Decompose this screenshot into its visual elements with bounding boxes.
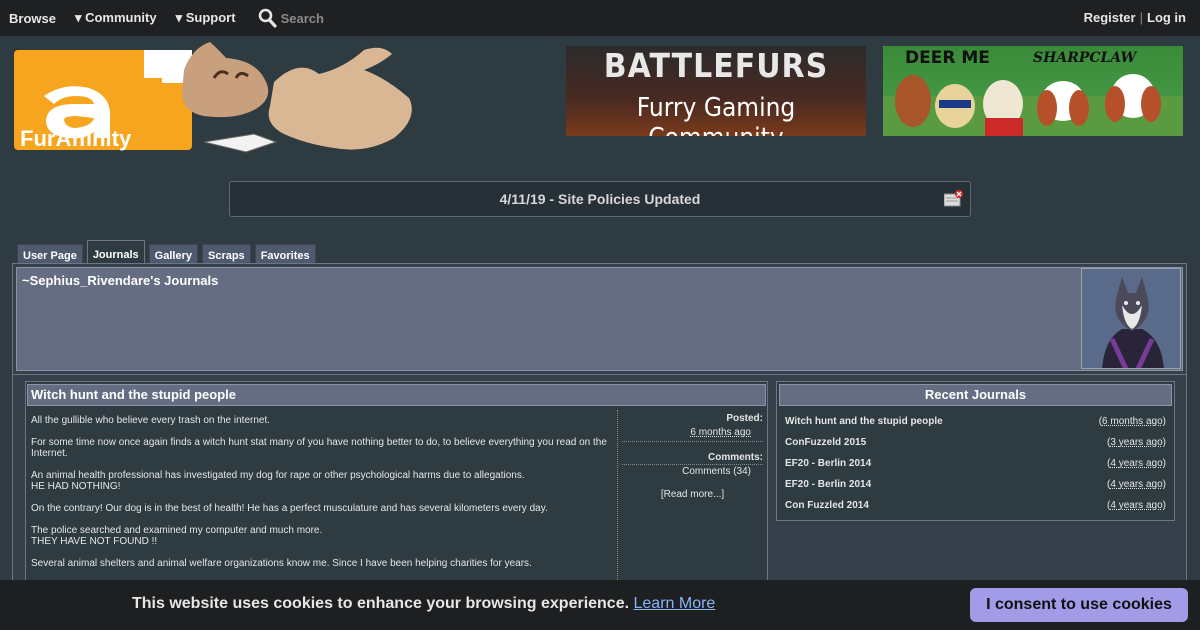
age-value: 3 years ago [1110,437,1163,448]
cookie-message-line: This website uses cookies to enhance you… [132,595,715,613]
read-more-link[interactable]: [Read more...] [618,489,767,500]
divider [622,441,763,442]
cookie-message: This website uses cookies to enhance you… [132,595,630,612]
avatar[interactable] [1081,268,1181,369]
journal-paragraph: THEY HAVE NOT FOUND !! [31,536,158,547]
learn-more-link[interactable]: Learn More [634,595,716,612]
list-item: Witch hunt and the stupid people (6 mont… [785,416,1166,437]
journal-paragraph: Several animal shelters and animal welfa… [31,558,532,569]
auth-links: Register | Log in [1084,10,1186,25]
top-nav: Browse ▾ Community ▾ Support Register| Lo… [0,0,1200,36]
journal-meta: Posted: 6 months ago Comments: Comments … [617,410,767,590]
login-link[interactable]: Log in [1147,10,1186,25]
site-logo[interactable]: FurAffinity [14,38,424,160]
journal-paragraph: HE HAD NOTHING! [31,481,121,492]
recent-journal-age: (6 months ago) [1098,416,1166,427]
notice-text[interactable]: 4/11/19 - Site Policies Updated [500,191,701,207]
age-value: 6 months ago [1102,416,1163,427]
ad-banner-battlefurs[interactable]: BATTLEFURS Furry Gaming Community [566,46,866,136]
dismiss-notice-icon[interactable] [944,190,964,208]
journal-body: All the gullible who believe every trash… [31,415,613,580]
journal-title[interactable]: Witch hunt and the stupid people [27,384,766,406]
journal-paragraph: The police searched and examined my comp… [31,525,323,536]
register-link[interactable]: Register [1084,10,1136,25]
banner-title: DEER ME [905,48,990,68]
age-value: 4 years ago [1110,500,1163,511]
user-header-inner: ~Sephius_Rivendare's Journals [16,267,1183,371]
recent-journals-list: Witch hunt and the stupid people (6 mont… [785,416,1166,521]
comments-label: Comments: [707,452,763,463]
page-title: ~Sephius_Rivendare's Journals [22,273,219,288]
search-icon[interactable] [258,8,277,28]
search-input[interactable] [280,10,401,26]
recent-journal-link[interactable]: Con Fuzzled 2014 [785,500,869,521]
avatar-image [1082,269,1180,368]
site-notice: 4/11/19 - Site Policies Updated [229,181,971,217]
banner-subtitle: Furry Gaming Community [636,93,796,136]
recent-journal-link[interactable]: Witch hunt and the stupid people [785,416,943,437]
age-value: 4 years ago [1110,479,1163,490]
recent-journal-age: (4 years ago) [1107,458,1166,469]
journal-paragraph: For some time now once again finds a wit… [31,437,607,459]
nav-support[interactable]: ▾ Support [176,10,236,26]
banner-subtitle: SHARPCLAW [1033,50,1137,66]
cookie-banner: This website uses cookies to enhance you… [0,580,1200,630]
recent-journal-age: (4 years ago) [1107,500,1166,511]
age-value: 4 years ago [1110,458,1163,469]
recent-journal-link[interactable]: ConFuzzeld 2015 [785,437,866,458]
recent-journal-age: (3 years ago) [1107,437,1166,448]
nav-community[interactable]: ▾ Community [75,10,157,26]
ad-banner-deerme[interactable]: DEER ME SHARPCLAW [883,46,1183,136]
posted-date: 6 months ago [618,427,767,438]
list-item: ConFuzzeld 2015 (3 years ago) [785,437,1166,458]
divider [622,464,763,465]
auth-separator: | [1139,10,1143,25]
journal-paragraph: On the contrary! Our dog is in the best … [31,503,548,514]
list-item: EF20 - Berlin 2014 (4 years ago) [785,479,1166,500]
posted-date-value: 6 months ago [690,427,751,438]
comments-link[interactable]: Comments (34) [618,466,767,477]
list-item: EF20 - Berlin 2014 (4 years ago) [785,458,1166,479]
cookie-consent-button[interactable]: I consent to use cookies [970,588,1188,622]
banner-title: BATTLEFURS [603,47,829,86]
user-header: ~Sephius_Rivendare's Journals [12,263,1187,375]
search-box [258,8,401,28]
recent-journal-link[interactable]: EF20 - Berlin 2014 [785,458,871,479]
recent-journal-age: (4 years ago) [1107,479,1166,490]
posted-label: Posted: [726,413,763,424]
journal-paragraph: An animal health professional has invest… [31,470,525,481]
recent-journal-link[interactable]: EF20 - Berlin 2014 [785,479,871,500]
recent-journals-title: Recent Journals [779,384,1172,406]
journal-paragraph: All the gullible who believe every trash… [31,415,271,426]
list-item: Con Fuzzled 2014 (4 years ago) [785,500,1166,521]
nav-browse[interactable]: Browse [9,11,56,26]
logo-text: FurAffinity [20,126,132,151]
